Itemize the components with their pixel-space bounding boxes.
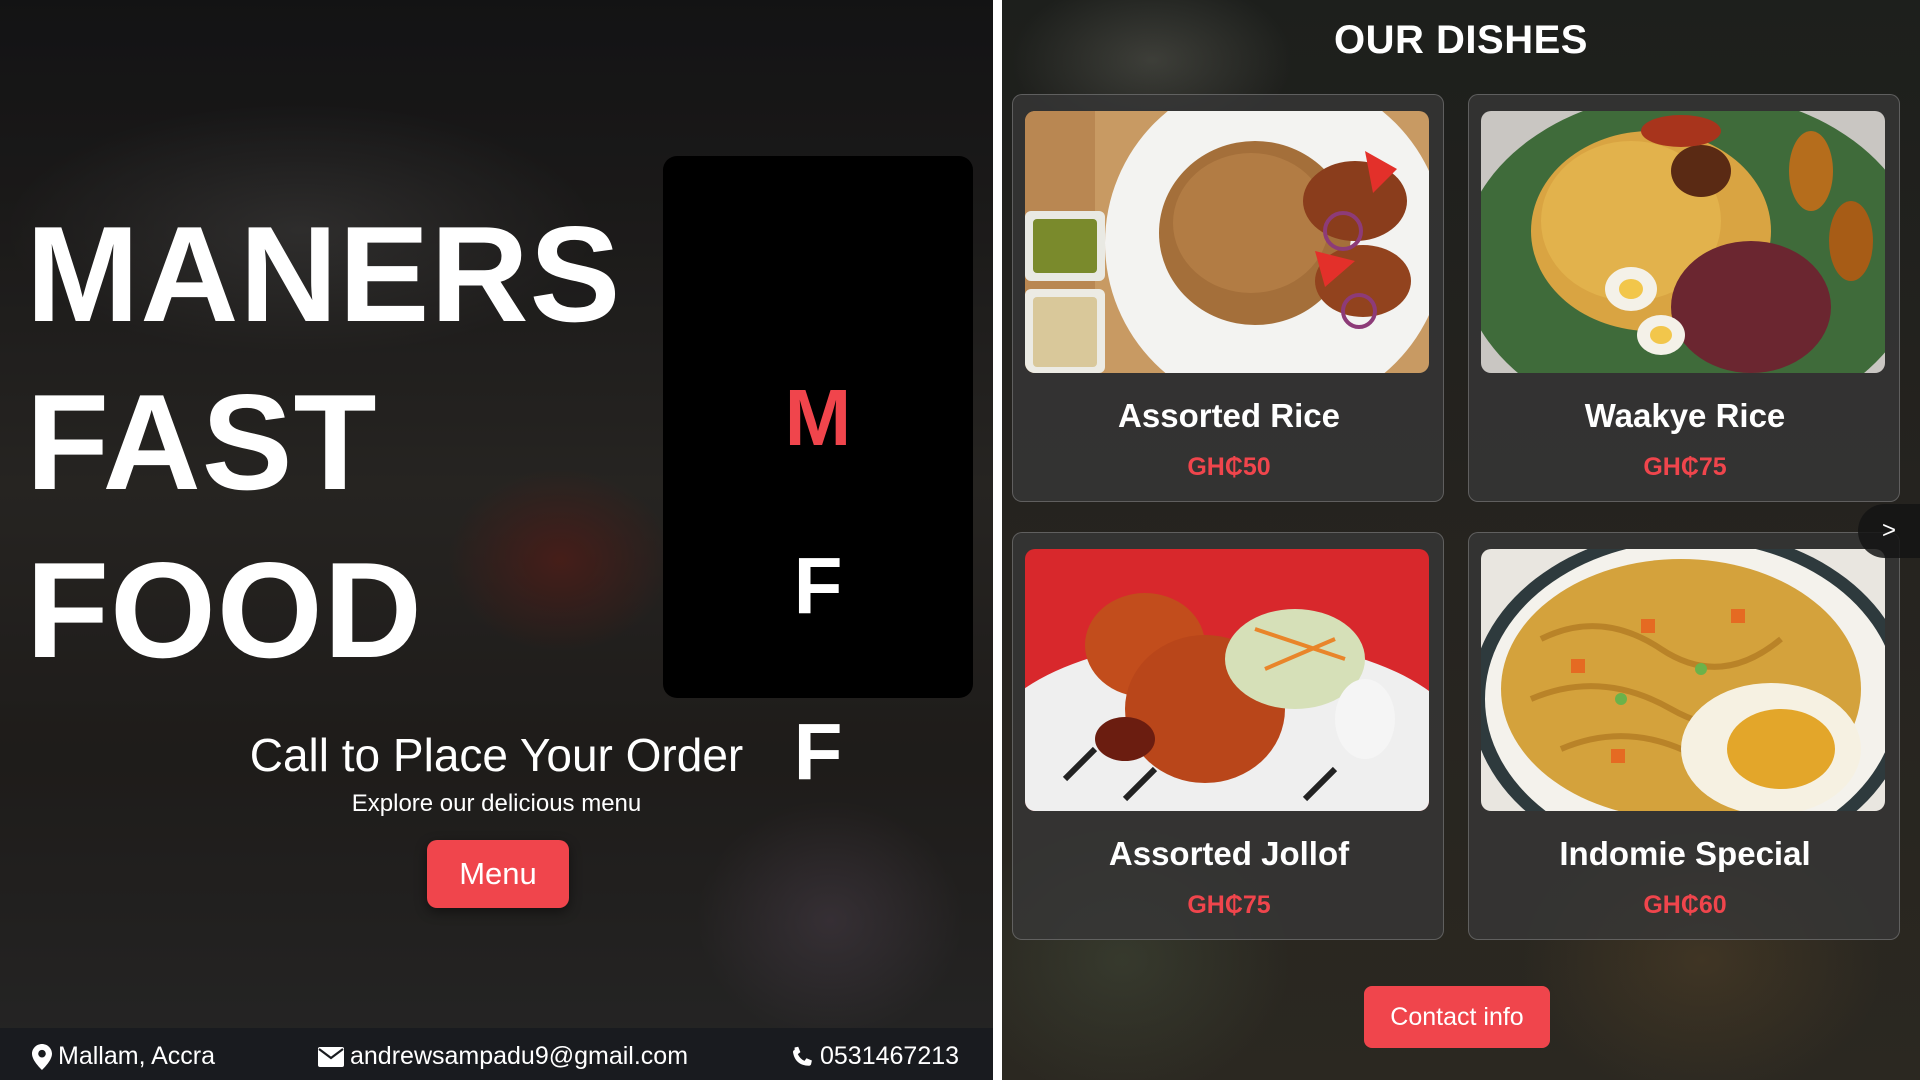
jollof-plate-image [1025,549,1429,811]
dish-photo-assorted-jollof [1025,549,1429,811]
monogram-logo: M F F [663,156,973,792]
footer-location: Mallam, Accra [32,1042,215,1071]
dish-photo-assorted-rice [1025,111,1429,373]
title-line-2: FAST [26,366,378,518]
hero-section: MANERS FAST FOOD M F F Call to Place You… [0,0,993,1080]
menu-button[interactable]: Menu [427,840,569,908]
waakye-plate-image [1481,111,1885,373]
dish-card-waakye-rice[interactable]: Waakye Rice GH₵75 [1468,94,1900,502]
fried-rice-plate-image [1025,111,1429,373]
dishes-section: OUR DISHES Assorted Rice GH₵50 Waakye Ri… [1002,0,1920,1080]
contact-info-button[interactable]: Contact info [1364,986,1550,1048]
panel-divider [993,0,1002,1080]
phone-text[interactable]: 0531467213 [820,1042,959,1071]
monogram-letter-2: F [793,541,843,630]
dish-card-assorted-rice[interactable]: Assorted Rice GH₵50 [1012,94,1444,502]
location-text: Mallam, Accra [58,1042,215,1070]
dish-name: Assorted Rice [1118,397,1340,434]
contact-footer: Mallam, Accra andrewsampadu9@gmail.com 0… [0,1028,993,1080]
map-pin-icon [32,1043,52,1070]
section-title: OUR DISHES [1334,18,1588,62]
dish-price: GH₵75 [1187,891,1271,919]
dish-name: Waakye Rice [1584,397,1786,434]
dish-card-indomie-special[interactable]: Indomie Special GH₵60 [1468,532,1900,940]
email-text[interactable]: andrewsampadu9@gmail.com [350,1042,688,1071]
dish-price: GH₵75 [1643,453,1727,481]
title-line-1: MANERS [26,198,622,350]
dish-name: Indomie Special [1559,835,1811,872]
restaurant-name: MANERS FAST FOOD [26,190,621,694]
dish-price: GH₵60 [1643,891,1727,919]
dish-card-assorted-jollof[interactable]: Assorted Jollof GH₵75 [1012,532,1444,940]
cta-subheading: Explore our delicious menu [351,790,642,817]
dish-photo-waakye-rice [1481,111,1885,373]
envelope-icon [318,1046,344,1067]
dish-name: Assorted Jollof [1108,835,1350,872]
monogram-letter-1: M [784,373,852,462]
dish-photo-indomie-special [1481,549,1885,811]
phone-icon [792,1046,812,1066]
dish-price: GH₵50 [1187,453,1271,481]
footer-phone[interactable]: 0531467213 [790,1042,959,1071]
carousel-next-button[interactable]: > [1858,504,1920,558]
cta-heading: Call to Place Your Order [249,729,744,781]
footer-email[interactable]: andrewsampadu9@gmail.com [318,1042,688,1071]
title-line-3: FOOD [26,534,423,686]
noodles-plate-image [1481,549,1885,811]
